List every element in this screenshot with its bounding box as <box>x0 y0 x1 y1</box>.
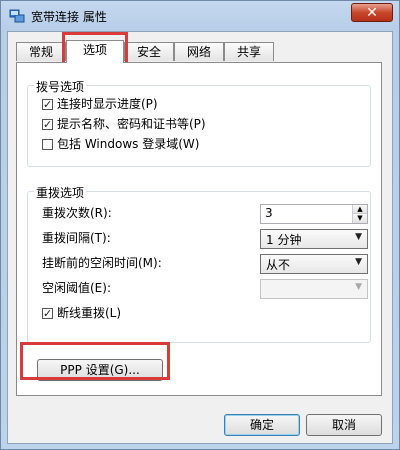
redial-interval-value: 1 分钟 <box>266 233 302 247</box>
tab-security[interactable]: 安全 <box>124 42 174 61</box>
include-domain-label: 包括 Windows 登录域(W) <box>57 137 200 151</box>
include-domain-option[interactable]: 包括 Windows 登录域(W) <box>42 136 199 152</box>
include-domain-checkbox[interactable] <box>42 139 53 150</box>
close-icon: ✕ <box>366 5 378 21</box>
chevron-down-icon: ▼ <box>355 257 362 267</box>
tab-general[interactable]: 常规 <box>16 42 66 61</box>
dial-options-group: 拨号选项 连接时显示进度(P) 提示名称、密码和证书等(P) 包括 Window… <box>27 78 371 167</box>
spin-up-icon[interactable]: ▲ <box>353 205 367 214</box>
tab-sharing[interactable]: 共享 <box>224 42 274 61</box>
idle-threshold-label: 空闲阈值(E): <box>42 281 111 295</box>
chevron-down-icon: ▼ <box>355 232 362 242</box>
show-progress-option[interactable]: 连接时显示进度(P) <box>42 96 158 113</box>
close-button[interactable]: ✕ <box>351 3 393 22</box>
redial-on-disconnect-option[interactable]: 断线重拨(L) <box>42 305 122 322</box>
idle-hangup-value: 从不 <box>266 258 291 272</box>
redial-count-value[interactable]: 3 <box>265 206 273 220</box>
dialog-client: 常规 选项 安全 网络 共享 拨号选项 连接时显示进度(P) 提示名称、密码和证… <box>7 31 393 444</box>
redial-options-title: 重拨选项 <box>34 184 87 201</box>
prompt-credentials-label: 提示名称、密码和证书等(P) <box>57 117 206 131</box>
redial-options-group: 重拨选项 重拨次数(R): 3 ▲ ▼ 重拨间隔(T): 1 分钟 ▼ 挂断前的… <box>27 184 371 343</box>
dial-options-title: 拨号选项 <box>34 78 87 95</box>
ppp-settings-button[interactable]: PPP 设置(G)... <box>37 359 163 381</box>
window-title: 宽带连接 属性 <box>31 10 107 24</box>
idle-hangup-select[interactable]: 从不 ▼ <box>260 254 368 274</box>
show-progress-label: 连接时显示进度(P) <box>57 97 158 111</box>
spin-down-icon[interactable]: ▼ <box>353 214 367 223</box>
chevron-down-icon: ▼ <box>355 282 362 292</box>
prompt-credentials-checkbox[interactable] <box>42 117 53 133</box>
network-connection-icon <box>9 9 25 23</box>
prompt-credentials-option[interactable]: 提示名称、密码和证书等(P) <box>42 116 206 133</box>
properties-window: 宽带连接 属性 ✕ 常规 选项 安全 网络 共享 拨号选项 连接时显示进度(P)… <box>0 0 400 450</box>
redial-on-disconnect-checkbox[interactable] <box>42 306 53 322</box>
idle-hangup-label: 挂断前的空闲时间(M): <box>42 256 162 270</box>
redial-count-spin-buttons: ▲ ▼ <box>352 205 367 223</box>
title-bar[interactable]: 宽带连接 属性 ✕ <box>1 1 399 31</box>
idle-threshold-select[interactable]: ▼ <box>260 279 368 299</box>
redial-on-disconnect-label: 断线重拨(L) <box>57 306 122 320</box>
ok-button[interactable]: 确定 <box>224 414 300 436</box>
options-tab-panel: 拨号选项 连接时显示进度(P) 提示名称、密码和证书等(P) 包括 Window… <box>16 62 382 396</box>
redial-interval-label: 重拨间隔(T): <box>42 231 111 245</box>
cancel-button[interactable]: 取消 <box>306 414 382 436</box>
redial-count-label: 重拨次数(R): <box>42 206 112 220</box>
tab-network[interactable]: 网络 <box>174 42 224 61</box>
tab-options[interactable]: 选项 <box>66 40 124 63</box>
show-progress-checkbox[interactable] <box>42 97 53 113</box>
redial-interval-select[interactable]: 1 分钟 ▼ <box>260 229 368 249</box>
redial-count-stepper[interactable]: 3 ▲ ▼ <box>260 204 368 224</box>
